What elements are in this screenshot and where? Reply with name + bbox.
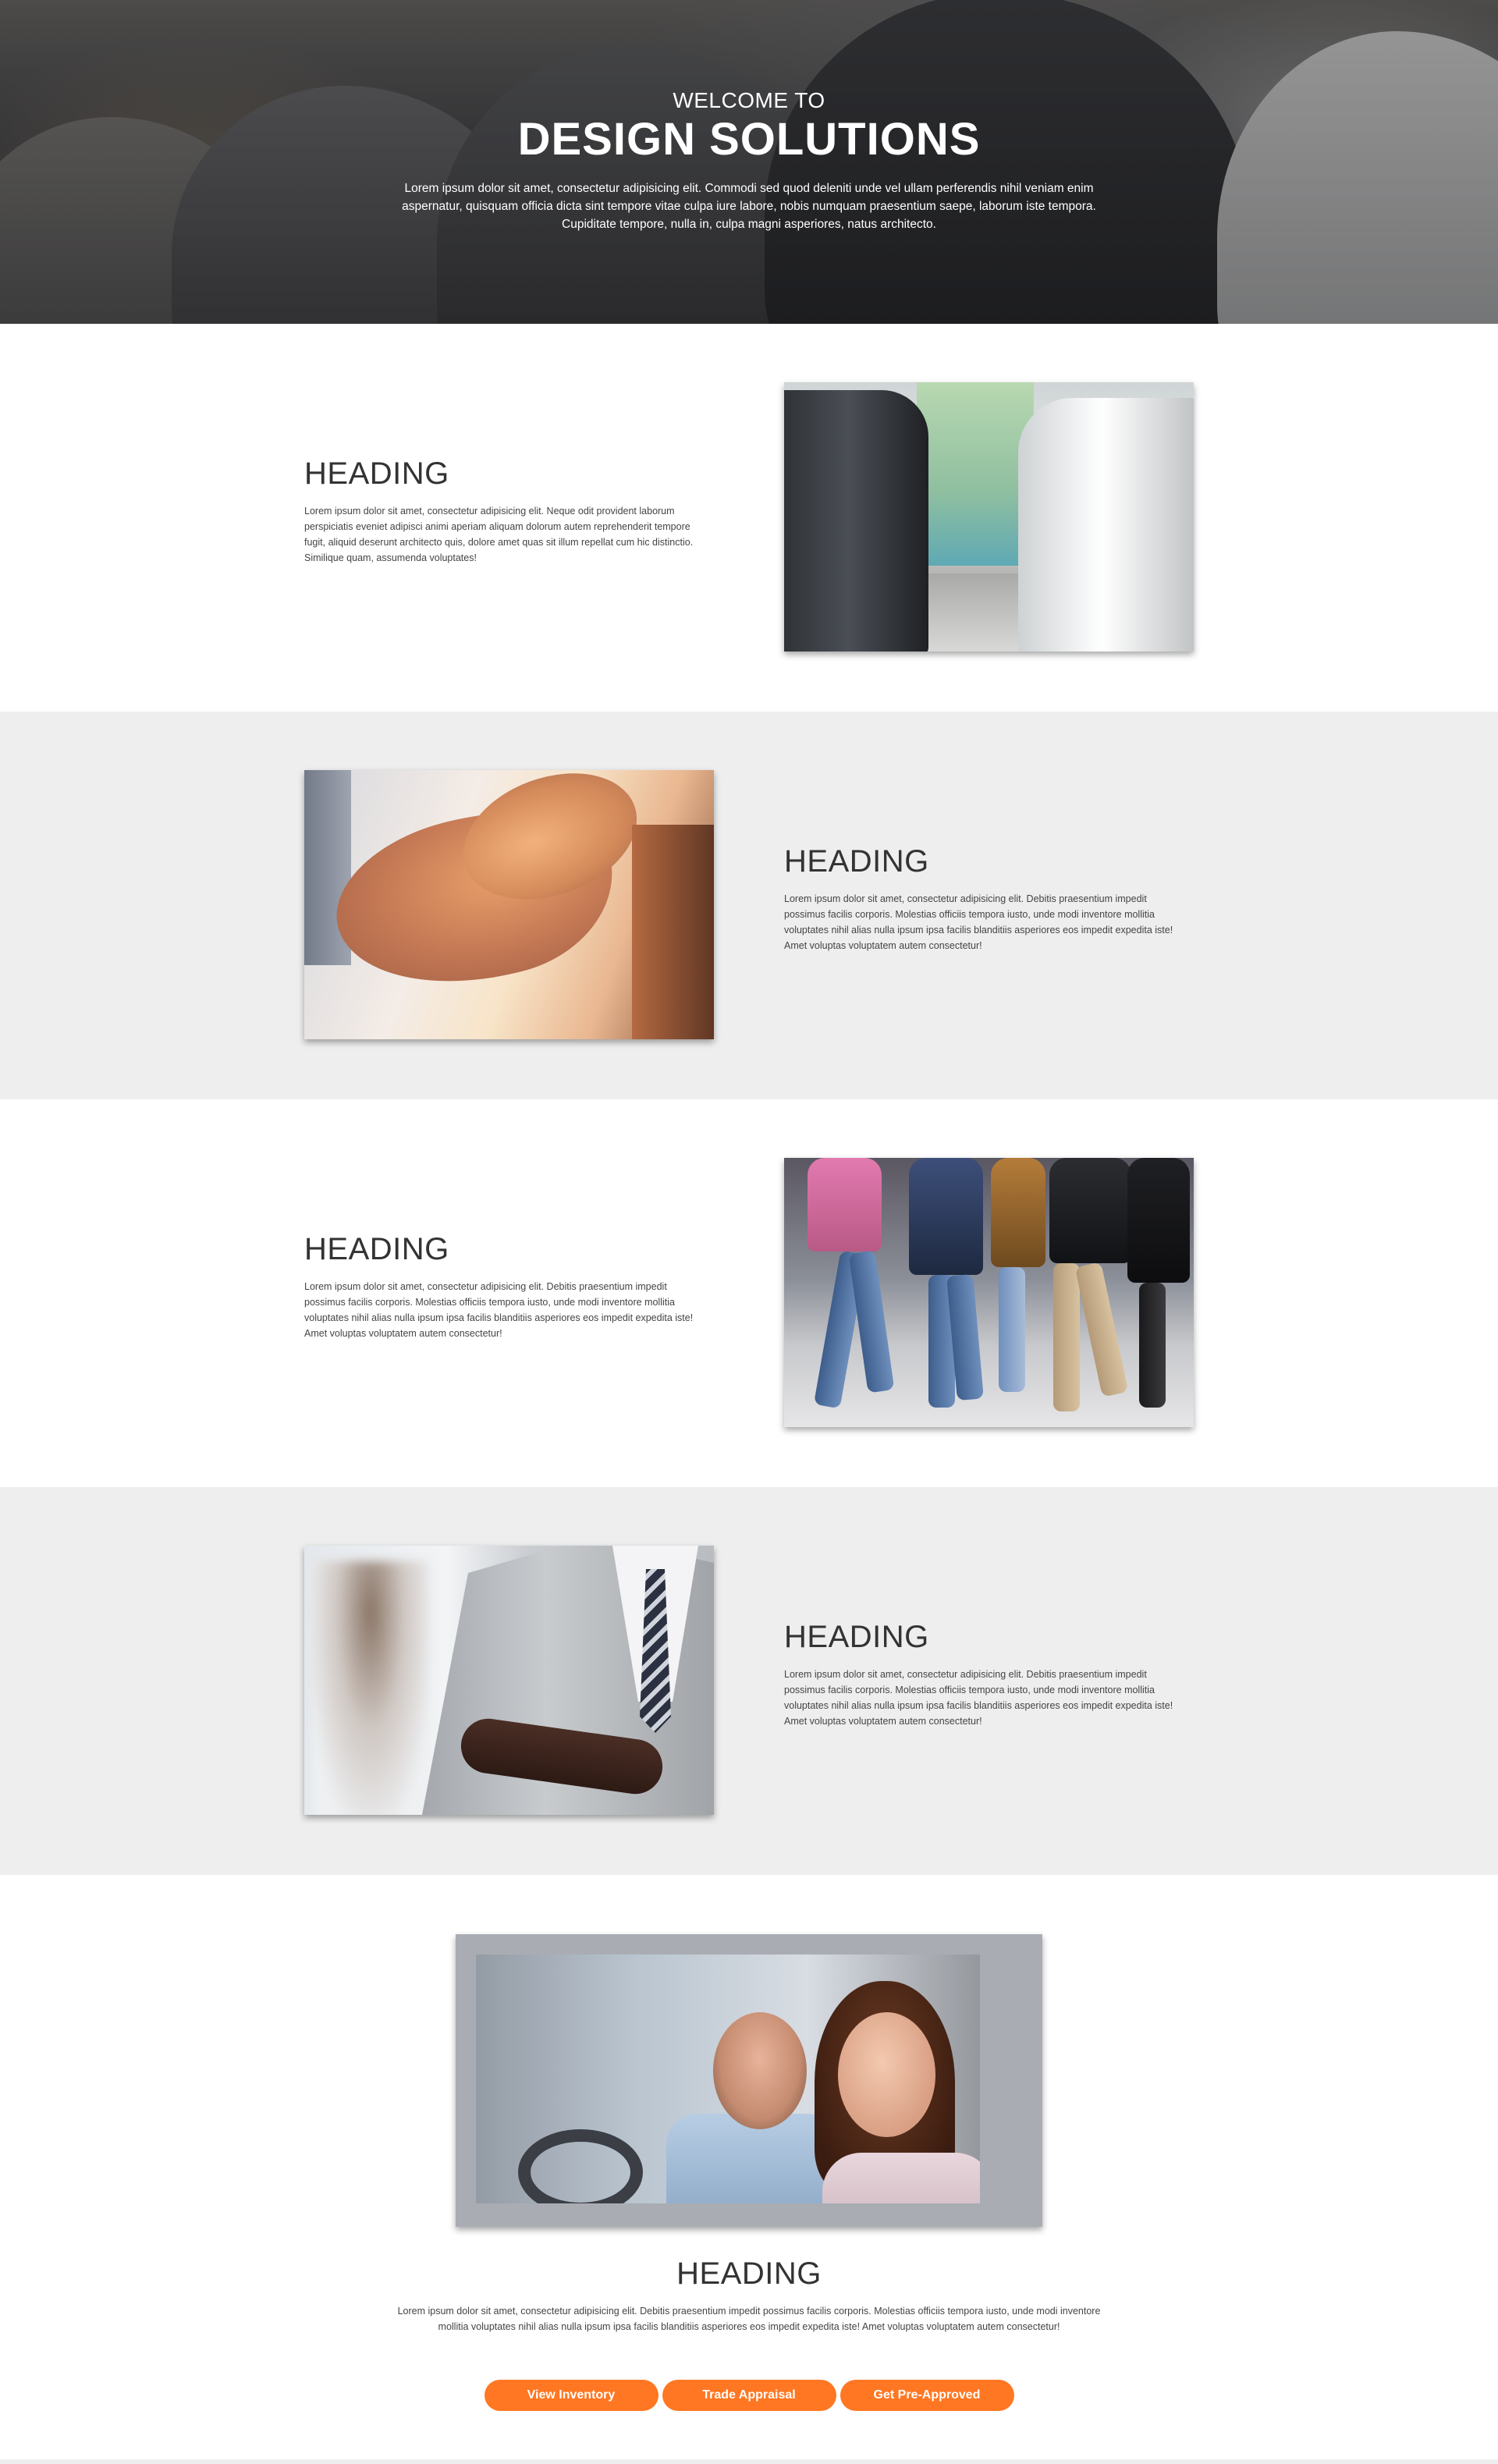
businessman-image [304,1546,714,1815]
section-text: Lorem ipsum dolor sit amet, consectetur … [784,1669,1173,1727]
section-heading: HEADING [304,1232,449,1266]
feature-section-3: HEADING Lorem ipsum dolor sit amet, cons… [0,1099,1498,1487]
car-showroom-image [784,382,1194,652]
feature-section-1: HEADING Lorem ipsum dolor sit amet, cons… [0,324,1498,712]
section-heading: HEADING [784,1620,929,1654]
section-heading: HEADING [304,456,449,491]
section-text: Lorem ipsum dolor sit amet, consectetur … [304,506,694,563]
get-pre-approved-button[interactable]: Get Pre-Approved [840,2380,1014,2411]
couple-in-car-image [456,1934,1042,2227]
handshake-image [304,770,714,1039]
hero-title: DESIGN SOLUTIONS [517,114,981,165]
cta-button-row: View Inventory Trade Appraisal Get Pre-A… [0,2380,1498,2411]
section-heading: HEADING [784,844,929,879]
trade-appraisal-button[interactable]: Trade Appraisal [662,2380,836,2411]
hero-banner: WELCOME TO DESIGN SOLUTIONS Lorem ipsum … [0,0,1498,324]
section-text: Lorem ipsum dolor sit amet, consectetur … [304,1281,694,1339]
footer-divider [0,2459,1498,2464]
view-inventory-button[interactable]: View Inventory [484,2380,658,2411]
feature-section-2: HEADING Lorem ipsum dolor sit amet, cons… [0,712,1498,1099]
students-running-image [784,1158,1194,1427]
hero-text: Lorem ipsum dolor sit amet, consectetur … [402,182,1096,231]
feature-section-4: HEADING Lorem ipsum dolor sit amet, cons… [0,1487,1498,1875]
hero-welcome: WELCOME TO [673,88,825,112]
cta-heading: HEADING [676,2256,822,2291]
cta-text: Lorem ipsum dolor sit amet, consectetur … [397,2306,1101,2332]
section-text: Lorem ipsum dolor sit amet, consectetur … [784,893,1173,951]
